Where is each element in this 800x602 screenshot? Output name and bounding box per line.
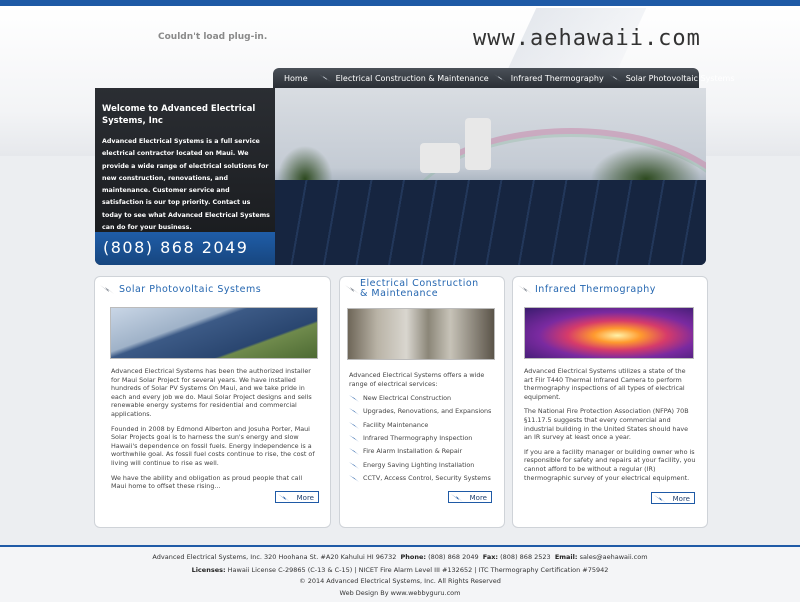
footer-email-link[interactable]: sales@aehawaii.com (580, 553, 648, 561)
main-nav: Home Electrical Construction & Maintenan… (273, 68, 735, 88)
footer-fax: (808) 868 2523 (500, 553, 551, 561)
more-label: More (469, 494, 487, 502)
bolt-icon (349, 421, 359, 429)
solar-card-title[interactable]: Solar Photovoltaic Systems (119, 285, 261, 295)
bolt-icon (493, 71, 507, 85)
services-list: New Electrical Construction Upgrades, Re… (349, 392, 497, 485)
service-item: Energy Saving Lighting Installation (349, 459, 497, 472)
thermo-paragraph: Advanced Electrical Systems utilizes a s… (524, 367, 686, 401)
bolt-icon (345, 285, 359, 294)
footer-address: Advanced Electrical Systems, Inc. 320 Ho… (152, 553, 397, 561)
service-item: Upgrades, Renovations, and Expansions (349, 405, 497, 418)
nav-infrared[interactable]: Infrared Thermography (507, 74, 608, 83)
footer-email-label: Email: (554, 553, 578, 561)
service-item: CCTV, Access Control, Security Systems (349, 472, 497, 485)
service-item: Facility Maintenance (349, 419, 497, 432)
phone-box: (808) 868 2049 (95, 232, 275, 265)
thermography-card-body: Advanced Electrical Systems utilizes a s… (524, 367, 696, 488)
bolt-icon (349, 448, 359, 456)
electrical-card: Electrical Construction & Maintenance Ad… (339, 276, 505, 528)
site-footer: Advanced Electrical Systems, Inc. 320 Ho… (0, 545, 800, 602)
electrical-card-body: Advanced Electrical Systems offers a wid… (349, 371, 497, 485)
hero-photo-solar-install (275, 88, 706, 265)
bolt-icon (349, 435, 359, 443)
service-label: Facility Maintenance (363, 420, 429, 429)
solar-paragraph: Advanced Electrical Systems has been the… (111, 367, 312, 418)
worker-figure (420, 143, 460, 173)
bolt-icon (349, 461, 359, 469)
nav-electrical[interactable]: Electrical Construction & Maintenance (332, 74, 493, 83)
service-label: Energy Saving Lighting Installation (363, 460, 475, 469)
welcome-title: Welcome to Advanced Electrical Systems, … (102, 104, 256, 126)
welcome-panel: Welcome to Advanced Electrical Systems, … (95, 88, 275, 265)
footer-phone[interactable]: (808) 868 2049 (428, 553, 479, 561)
bolt-icon (654, 495, 666, 503)
solar-card: Solar Photovoltaic Systems Advanced Elec… (94, 276, 331, 528)
footer-licenses-label: Licenses: (191, 566, 226, 574)
footer-phone-label: Phone: (400, 553, 427, 561)
footer-copyright: © 2014 Advanced Electrical Systems, Inc.… (299, 577, 501, 585)
bolt-icon (349, 474, 359, 482)
footer-licenses-line: Licenses: Hawaii License C-29865 (C-13 &… (0, 566, 800, 574)
bolt-icon (100, 285, 114, 294)
bolt-icon (451, 494, 463, 502)
electrical-card-title[interactable]: Electrical Construction & Maintenance (360, 279, 479, 299)
solar-panels-graphic (275, 180, 706, 265)
solar-card-image (110, 307, 318, 359)
more-label: More (672, 495, 690, 503)
service-label: CCTV, Access Control, Security Systems (363, 473, 491, 482)
site-logo-url[interactable]: www.aehawaii.com (473, 26, 701, 51)
footer-credit-link[interactable]: Web Design By www.webbyguru.com (0, 589, 800, 597)
thermo-paragraph: The National Fire Protection Association… (524, 407, 689, 442)
thermography-card-title[interactable]: Infrared Thermography (535, 285, 656, 295)
thermography-card: Infrared Thermography Advanced Electrica… (512, 276, 708, 528)
service-label: New Electrical Construction (363, 394, 452, 403)
nav-solar[interactable]: Solar Photovoltaic Systems (622, 74, 739, 83)
footer-fax-label: Fax: (482, 553, 499, 561)
bolt-icon (278, 494, 290, 502)
bolt-icon (349, 408, 359, 416)
service-label: Fire Alarm Installation & Repair (363, 447, 463, 456)
bolt-icon (608, 71, 622, 85)
hero-banner: Welcome to Advanced Electrical Systems, … (95, 88, 706, 265)
plugin-error-message: Couldn't load plug-in. (158, 32, 268, 42)
bolt-icon (349, 395, 359, 403)
hero-phone-number[interactable]: (808) 868 2049 (103, 238, 248, 257)
thermography-more-button[interactable]: More (651, 492, 695, 504)
thermography-card-image (524, 307, 694, 359)
service-label: Infrared Thermography Inspection (363, 434, 473, 443)
electrical-more-button[interactable]: More (448, 491, 492, 503)
electrical-intro: Advanced Electrical Systems offers a wid… (349, 371, 485, 388)
welcome-text: Advanced Electrical Systems is a full se… (102, 138, 270, 232)
footer-contact-line: Advanced Electrical Systems, Inc. 320 Ho… (0, 553, 800, 561)
electrical-title-line: & Maintenance (360, 288, 439, 299)
footer-licenses: Hawaii License C-29865 (C-13 & C-15) | N… (227, 566, 609, 574)
bolt-icon (518, 285, 532, 294)
service-label: Upgrades, Renovations, and Expansions (363, 407, 492, 416)
solar-more-button[interactable]: More (275, 491, 319, 503)
solar-card-body: Advanced Electrical Systems has been the… (111, 367, 316, 497)
nav-home[interactable]: Home (273, 74, 318, 83)
more-label: More (296, 494, 314, 502)
thermo-paragraph: If you are a facility manager or buildin… (524, 447, 696, 482)
service-item: Fire Alarm Installation & Repair (349, 445, 497, 458)
service-item: Infrared Thermography Inspection (349, 432, 497, 445)
solar-paragraph: Founded in 2008 by Edmond Alberton and J… (111, 424, 315, 467)
solar-paragraph: We have the ability and obligation as pr… (111, 473, 303, 491)
worker-figure (465, 118, 491, 170)
bolt-icon (318, 71, 332, 85)
electrical-card-image (347, 308, 495, 360)
service-item: New Electrical Construction (349, 392, 497, 405)
